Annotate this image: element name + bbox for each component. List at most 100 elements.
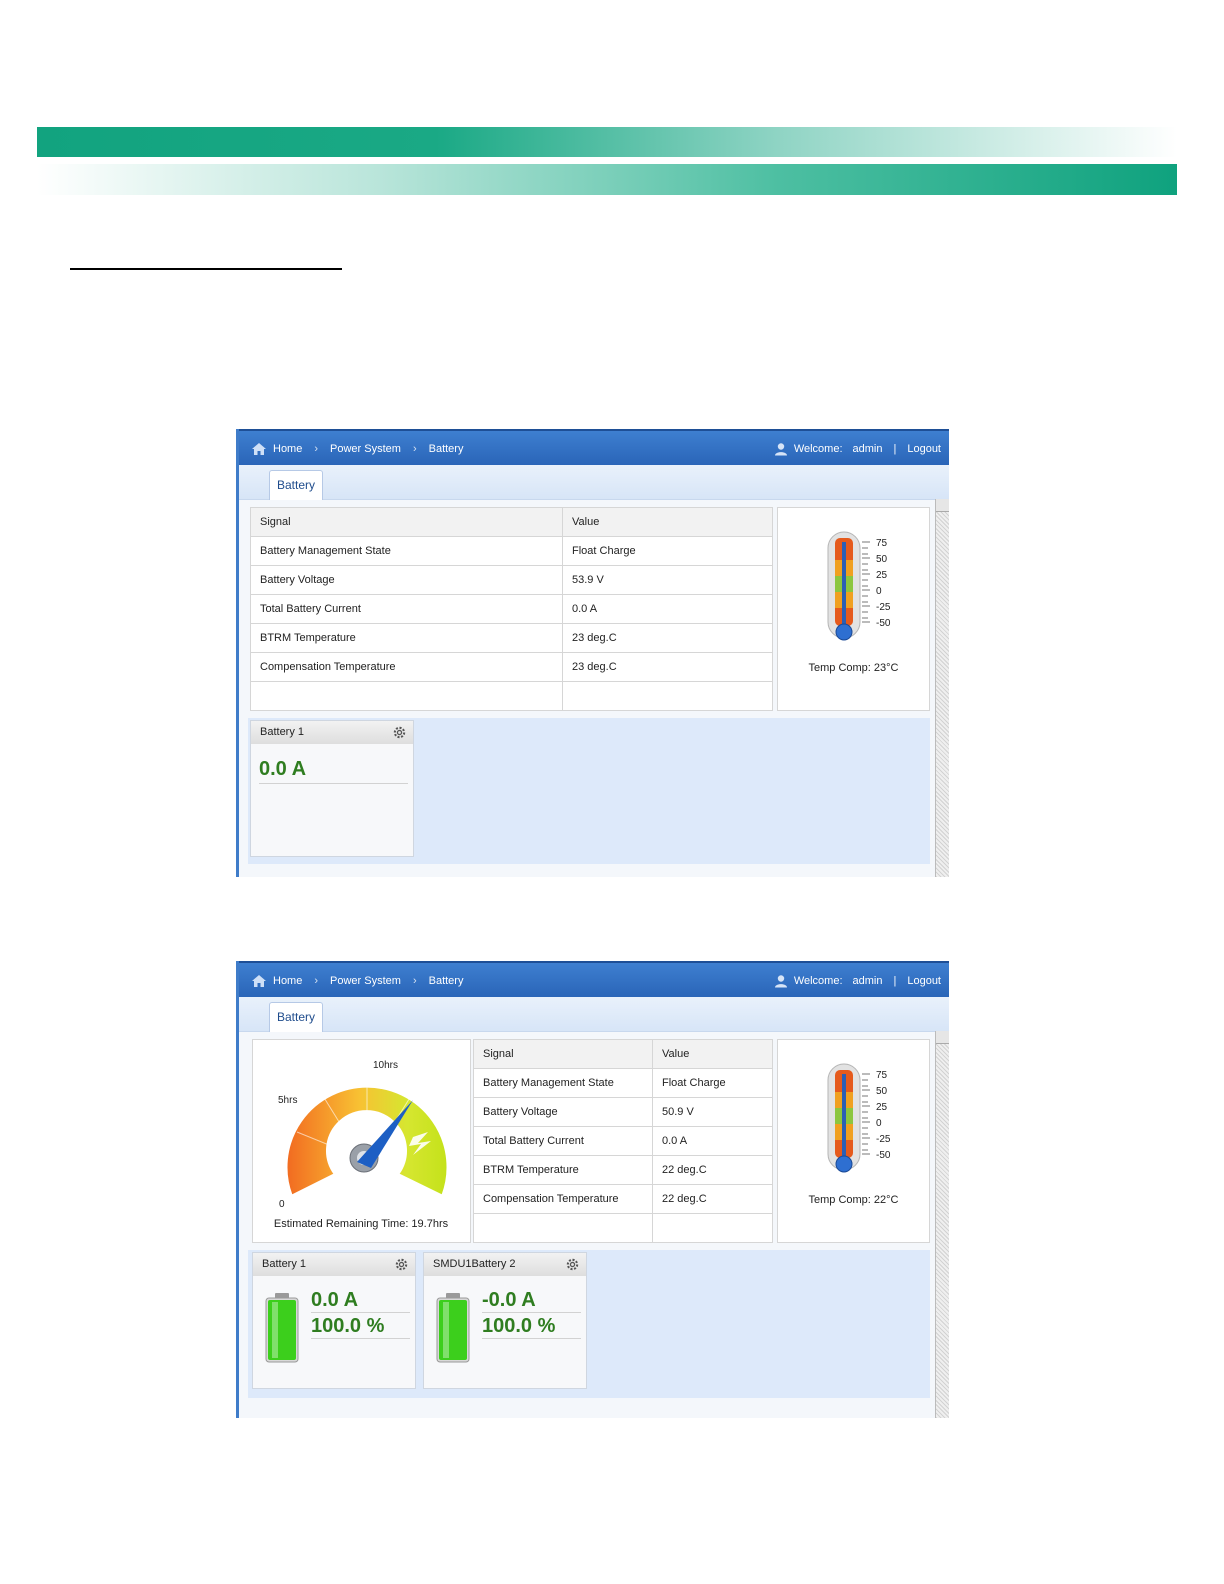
- column-header-signal: Signal: [473, 1039, 653, 1069]
- table-row: Compensation Temperature 22 deg.C: [473, 1184, 773, 1214]
- logout-link[interactable]: Logout: [907, 443, 941, 455]
- table-row: BTRM Temperature 22 deg.C: [473, 1155, 773, 1185]
- screenshot-2: Home › Power System › Battery Welcome: a…: [236, 961, 949, 1418]
- logout-link[interactable]: Logout: [907, 975, 941, 987]
- value-cell: 23 deg.C: [562, 623, 773, 653]
- battery-level-icon: [436, 1293, 470, 1363]
- home-icon[interactable]: [251, 442, 267, 456]
- gear-icon[interactable]: [392, 725, 407, 740]
- table-header-row: Signal Value: [250, 507, 773, 537]
- thermo-tick-label: 75: [876, 538, 888, 549]
- battery-current-value: 0.0 A: [311, 1289, 410, 1313]
- home-icon[interactable]: [251, 974, 267, 988]
- signal-cell: Battery Management State: [250, 536, 563, 566]
- gear-icon[interactable]: [394, 1257, 409, 1272]
- column-header-value: Value: [652, 1039, 773, 1069]
- table-row: Battery Voltage 53.9 V: [250, 565, 773, 595]
- table-row: Battery Management State Float Charge: [250, 536, 773, 566]
- signal-cell: Compensation Temperature: [250, 652, 563, 682]
- breadcrumb-battery[interactable]: Battery: [429, 975, 464, 987]
- scroll-up-button[interactable]: [936, 499, 949, 512]
- thermo-tick-label: 25: [876, 1102, 888, 1113]
- value-cell: 53.9 V: [562, 565, 773, 595]
- thermo-tick-label: -25: [876, 1134, 891, 1145]
- table-row: BTRM Temperature 23 deg.C: [250, 623, 773, 653]
- breadcrumb-power-system[interactable]: Power System: [330, 443, 401, 455]
- breadcrumb: Home › Power System › Battery: [251, 442, 463, 456]
- nav-divider: |: [893, 443, 897, 455]
- breadcrumb-battery[interactable]: Battery: [429, 443, 464, 455]
- thermo-tick-label: 50: [876, 1086, 888, 1097]
- thermo-tick-label: -50: [876, 618, 891, 629]
- thermo-tick-label: -50: [876, 1150, 891, 1161]
- value-cell: Float Charge: [652, 1068, 773, 1098]
- gauge-label-5hrs: 5hrs: [278, 1095, 297, 1106]
- gauge-label-0: 0: [279, 1199, 285, 1210]
- thermo-tick-label: 0: [876, 586, 882, 597]
- breadcrumb: Home › Power System › Battery: [251, 974, 463, 988]
- thermo-tick-label: 75: [876, 1070, 888, 1081]
- battery-card-title: Battery 1: [253, 1253, 415, 1276]
- battery-card[interactable]: Battery 1 0.0 A: [250, 720, 414, 857]
- username: admin: [852, 443, 883, 455]
- top-nav-bar: Home › Power System › Battery Welcome: a…: [239, 429, 949, 465]
- gear-icon[interactable]: [565, 1257, 580, 1272]
- breadcrumb-home[interactable]: Home: [273, 975, 302, 987]
- signal-cell: Battery Management State: [473, 1068, 653, 1098]
- gauge-label-10hrs: 10hrs: [373, 1060, 398, 1071]
- table-row: Total Battery Current 0.0 A: [473, 1126, 773, 1156]
- battery-current-value: 0.0 A: [259, 758, 408, 784]
- temp-comp-label: Temp Comp: 22°C: [808, 1194, 899, 1206]
- signal-cell: Battery Voltage: [250, 565, 563, 595]
- welcome-label: Welcome:: [793, 975, 843, 987]
- user-area: Welcome: admin | Logout: [774, 442, 941, 456]
- scroll-up-button[interactable]: [936, 1031, 949, 1044]
- value-cell: 22 deg.C: [652, 1184, 773, 1214]
- battery-cards-area: Battery 1 0.0 A: [248, 718, 930, 864]
- user-area: Welcome: admin | Logout: [774, 974, 941, 988]
- breadcrumb-home[interactable]: Home: [273, 443, 302, 455]
- value-cell: 0.0 A: [652, 1126, 773, 1156]
- table-row-empty: [250, 681, 773, 711]
- chevron-right-icon: ›: [314, 975, 319, 987]
- battery-card[interactable]: Battery 1 0.0 A 100.0 %: [252, 1252, 416, 1389]
- signal-cell: Total Battery Current: [473, 1126, 653, 1156]
- remaining-time-gauge-panel: 10hrs 5hrs 0 Estimated Remaining Time: 1…: [252, 1039, 471, 1243]
- nav-divider: |: [893, 975, 897, 987]
- table-row: Compensation Temperature 23 deg.C: [250, 652, 773, 682]
- scrollbar[interactable]: [935, 1031, 949, 1418]
- user-icon: [774, 443, 787, 456]
- tab-bar: Battery: [239, 997, 949, 1032]
- thermo-tick-label: 25: [876, 570, 888, 581]
- table-row: Total Battery Current 0.0 A: [250, 594, 773, 624]
- signal-cell: Battery Voltage: [473, 1097, 653, 1127]
- battery-current-value: -0.0 A: [482, 1289, 581, 1313]
- scrollbar[interactable]: [935, 499, 949, 877]
- thermometer-panel: 75 50 25 0 -25 -50 Temp Comp: 23°C: [777, 507, 930, 711]
- table-row: Battery Management State Float Charge: [473, 1068, 773, 1098]
- estimated-remaining-time: Estimated Remaining Time: 19.7hrs: [274, 1218, 449, 1230]
- tab-battery[interactable]: Battery: [269, 470, 324, 500]
- signal-table: Signal Value Battery Management State Flo…: [473, 1039, 773, 1243]
- thermometer-icon: 75 50 25 0 -25 -50: [827, 531, 891, 641]
- value-cell: 0.0 A: [562, 594, 773, 624]
- signal-table: Signal Value Battery Management State Flo…: [250, 507, 773, 711]
- battery-level-icon: [265, 1293, 299, 1363]
- thermo-tick-label: 0: [876, 1118, 882, 1129]
- chevron-right-icon: ›: [314, 443, 319, 455]
- signal-cell: Total Battery Current: [250, 594, 563, 624]
- battery-card-title: Battery 1: [251, 721, 413, 744]
- header-band-top: [37, 127, 1177, 157]
- table-row-empty: [473, 1213, 773, 1243]
- column-header-signal: Signal: [250, 507, 563, 537]
- signal-cell: Compensation Temperature: [473, 1184, 653, 1214]
- battery-card[interactable]: SMDU1Battery 2 -0.0 A 100.0 %: [423, 1252, 587, 1389]
- table-row: Battery Voltage 50.9 V: [473, 1097, 773, 1127]
- battery-capacity-value: 100.0 %: [311, 1315, 410, 1339]
- value-cell: 22 deg.C: [652, 1155, 773, 1185]
- tab-battery[interactable]: Battery: [269, 1002, 324, 1032]
- welcome-label: Welcome:: [793, 443, 843, 455]
- breadcrumb-power-system[interactable]: Power System: [330, 975, 401, 987]
- thermo-tick-label: 50: [876, 554, 888, 565]
- thermometer-panel: 75 50 25 0 -25 -50 Temp Comp: 22°C: [777, 1039, 930, 1243]
